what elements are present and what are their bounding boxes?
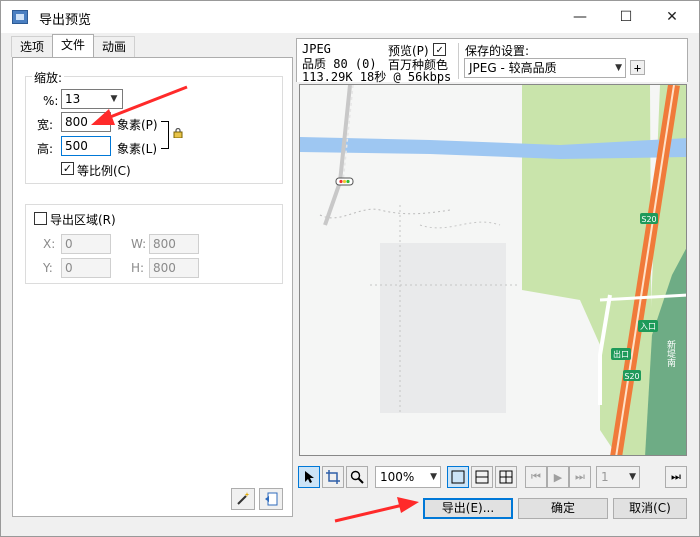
constrain-checkbox[interactable]: ✓: [61, 162, 74, 175]
maximize-button[interactable]: ☐: [603, 1, 649, 33]
saved-settings-label: 保存的设置:: [465, 44, 530, 58]
format-text: JPEG: [302, 42, 331, 56]
x-input[interactable]: 0: [61, 234, 111, 254]
two-view-icon: [475, 470, 489, 484]
four-view-button[interactable]: [495, 466, 517, 488]
minimize-button[interactable]: —: [557, 1, 603, 33]
zoom-tool-button[interactable]: [346, 466, 368, 488]
add-setting-button[interactable]: +: [630, 60, 645, 75]
tab-options[interactable]: 选项: [11, 36, 54, 57]
restore-button[interactable]: [259, 488, 283, 510]
scale-group-label: 缩放:: [32, 69, 65, 86]
two-view-button[interactable]: [471, 466, 493, 488]
w-label: W:: [131, 237, 147, 251]
tab-animation[interactable]: 动画: [93, 36, 136, 57]
map-image: S20 S20 入口 出口 新堤南: [300, 85, 686, 455]
w-input[interactable]: 800: [149, 234, 199, 254]
next-frame-icon: ⏭: [671, 470, 681, 483]
s20-label-a: S20: [641, 215, 656, 224]
chevron-down-icon: ▼: [430, 472, 437, 482]
chevron-down-icon: ▼: [629, 472, 636, 482]
ok-button[interactable]: 确定: [518, 498, 608, 519]
saved-settings-value: JPEG - 较高品质: [469, 61, 557, 75]
s20-label-b: S20: [624, 372, 639, 381]
close-button[interactable]: ✕: [649, 1, 695, 33]
exit-label: 出口: [613, 349, 629, 359]
frame-value: 1: [601, 470, 609, 484]
preview-map[interactable]: S20 S20 入口 出口 新堤南: [299, 84, 687, 456]
height-input[interactable]: 500: [61, 136, 111, 156]
saved-settings-select[interactable]: JPEG - 较高品质 ▼: [464, 58, 626, 78]
road-name-label: 新堤南: [665, 339, 676, 367]
four-view-icon: [499, 470, 513, 484]
single-view-button[interactable]: [447, 466, 469, 488]
pointer-tool-button[interactable]: [298, 466, 320, 488]
annotation-arrow-export: [334, 497, 419, 523]
annotation-arrow-width: [91, 85, 188, 125]
h-label: H:: [131, 261, 145, 275]
magic-wand-icon: [237, 492, 250, 505]
pointer-icon: [305, 471, 314, 483]
width-label: 宽:: [37, 118, 54, 132]
export-preview-window: 导出预览 — ☐ ✕ 选项 文件 动画 缩放: %: 13 ▼ 宽: 800 象…: [0, 0, 700, 537]
height-unit-label: 象素(L): [117, 142, 158, 156]
divider: [458, 43, 459, 79]
entry-label: 入口: [640, 322, 656, 331]
next-frame-button[interactable]: ⏭: [665, 466, 687, 488]
play-button[interactable]: ▶: [547, 466, 569, 488]
y-input[interactable]: 0: [61, 258, 111, 278]
export-button[interactable]: 导出(E)...: [423, 498, 513, 519]
export-area-checkbox[interactable]: [34, 212, 47, 225]
first-frame-button[interactable]: ⏮: [525, 466, 547, 488]
chevron-down-icon: ▼: [615, 63, 622, 73]
tab-file[interactable]: 文件: [52, 34, 95, 57]
single-view-icon: [451, 470, 465, 484]
preview-info-panel: JPEG 品质 80 (0) 113.29K 18秒 @ 56kbps 预览(P…: [296, 38, 688, 84]
title-bar: 导出预览 — ☐ ✕: [1, 1, 699, 33]
restore-icon: [265, 492, 278, 506]
last-frame-icon: ⏭: [575, 470, 585, 483]
window-title: 导出预览: [39, 13, 92, 28]
tab-bar: 选项 文件 动画: [11, 34, 136, 58]
preview-checkbox[interactable]: ✓: [433, 43, 446, 56]
last-frame-button[interactable]: ⏭: [569, 466, 591, 488]
zoom-value: 100%: [380, 470, 415, 484]
magnifier-icon: [350, 470, 364, 484]
crop-icon: [326, 470, 340, 484]
first-frame-icon: ⏮: [531, 470, 541, 483]
zoom-select[interactable]: 100% ▼: [375, 466, 441, 488]
crop-tool-button[interactable]: [322, 466, 344, 488]
app-icon: [12, 10, 28, 24]
frame-select[interactable]: 1 ▼: [596, 466, 640, 488]
colors-text: 百万种颜色: [388, 58, 449, 72]
h-input[interactable]: 800: [149, 258, 199, 278]
height-label: 高:: [37, 142, 54, 156]
percent-value: 13: [65, 92, 81, 106]
magic-wand-button[interactable]: [231, 488, 255, 510]
export-area-label: 导出区域(R): [50, 213, 116, 227]
constrain-label: 等比例(C): [77, 164, 131, 178]
percent-label: %:: [43, 94, 59, 108]
cancel-button[interactable]: 取消(C): [613, 498, 687, 519]
x-label: X:: [43, 237, 56, 251]
play-icon: ▶: [553, 470, 563, 484]
y-label: Y:: [43, 261, 53, 275]
